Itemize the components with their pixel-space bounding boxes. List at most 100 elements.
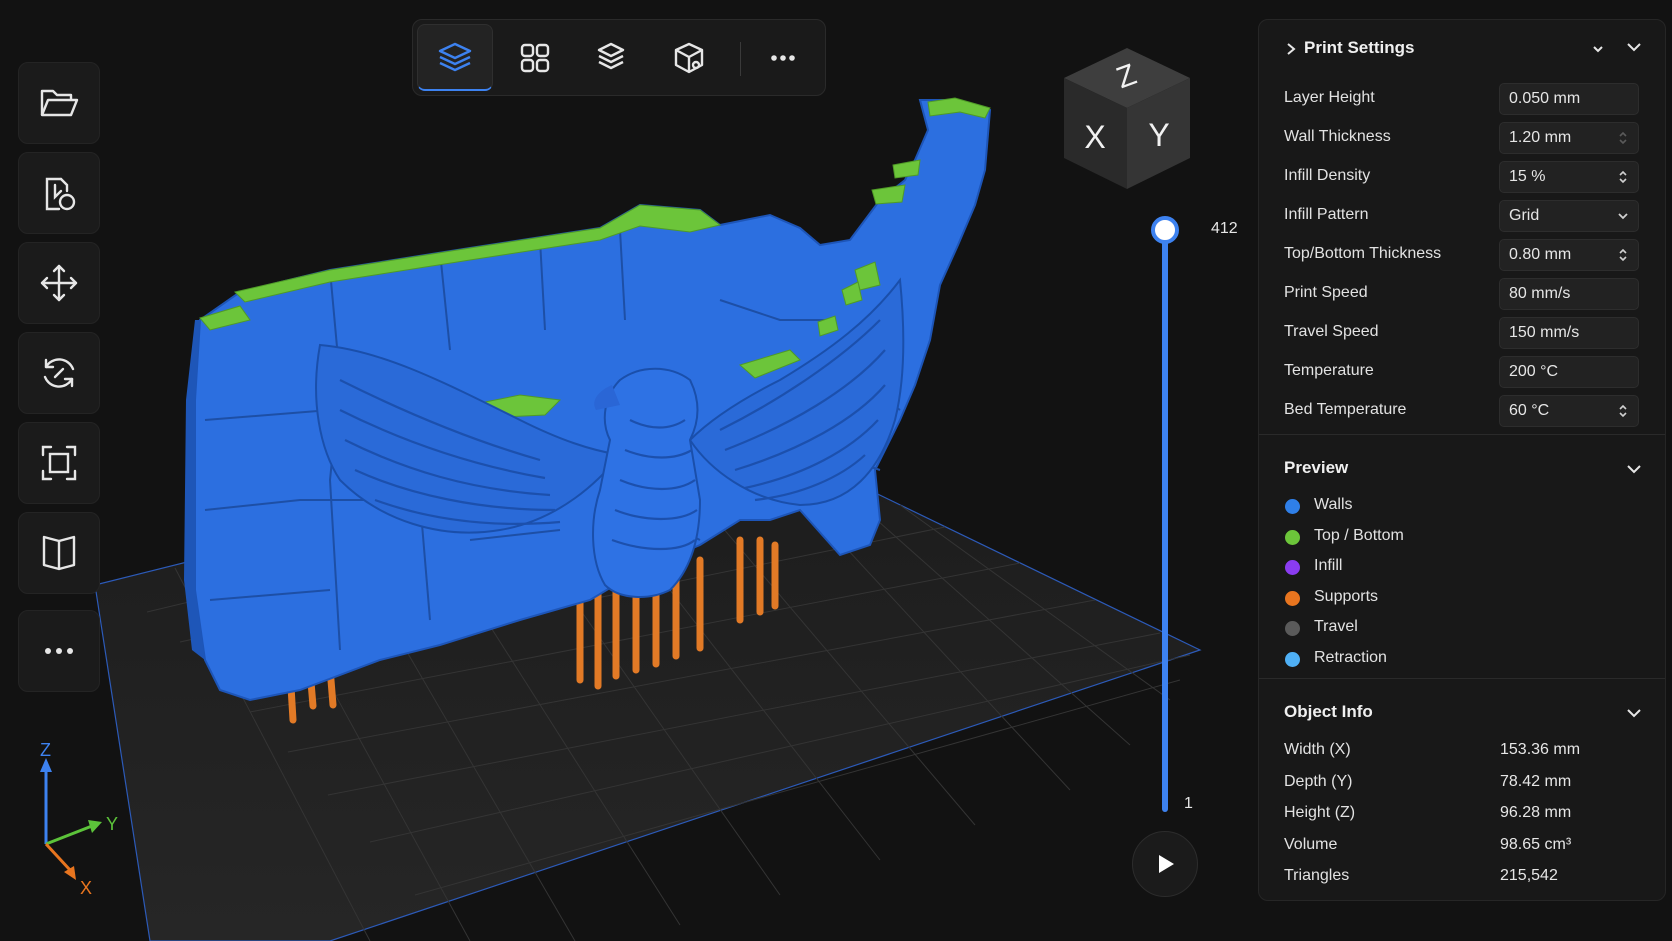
scale-icon <box>41 445 77 481</box>
chevron-down-icon[interactable] <box>1625 460 1643 478</box>
x-axis-label: X <box>80 878 92 898</box>
y-axis-label: Y <box>106 814 118 834</box>
print-settings-title[interactable]: Print Settings <box>1304 38 1415 58</box>
setting-value: 80 mm/s <box>1509 285 1571 302</box>
legend-label[interactable]: Walls <box>1314 496 1353 514</box>
setting-value: 0.80 mm <box>1509 246 1572 263</box>
section-divider <box>1259 434 1665 435</box>
setting-label: Temperature <box>1284 362 1374 379</box>
stepper-icon[interactable] <box>1616 170 1630 184</box>
stepper-icon[interactable] <box>1616 404 1630 418</box>
setting-input[interactable]: 200 °C <box>1499 356 1639 388</box>
rotate-icon <box>43 358 75 388</box>
legend-label[interactable]: Retraction <box>1314 649 1387 667</box>
more-horizontal-icon <box>45 648 73 654</box>
layer-slider-track[interactable] <box>1150 212 1180 812</box>
import-model-icon <box>45 177 76 211</box>
legend-color-swatch <box>1285 590 1300 606</box>
setting-input[interactable]: 0.80 mm <box>1499 239 1639 271</box>
setting-label: Top/Bottom Thickness <box>1284 245 1442 262</box>
mirror-icon <box>42 535 76 571</box>
x-axis-line <box>44 842 72 872</box>
play-icon <box>1159 855 1174 873</box>
object-info-value: 78.42 mm <box>1500 772 1572 790</box>
view-cube[interactable]: Z X Y <box>1062 46 1192 191</box>
view-mode-toolbar <box>412 19 826 96</box>
layers-view-button[interactable] <box>417 24 493 91</box>
setting-input[interactable]: 150 mm/s <box>1499 317 1639 349</box>
setting-value: 0.050 mm <box>1509 90 1581 107</box>
move-tool-button[interactable] <box>18 242 100 324</box>
play-button[interactable] <box>1132 831 1198 897</box>
grid-view-button[interactable] <box>497 24 573 91</box>
more-tools-button[interactable] <box>18 610 100 692</box>
layers-view-icon <box>438 42 472 72</box>
legend-color-swatch <box>1285 560 1300 575</box>
setting-value: 150 mm/s <box>1509 324 1580 341</box>
setting-input[interactable]: 1.20 mm <box>1499 122 1639 154</box>
scale-tool-button[interactable] <box>18 422 100 504</box>
toolbar-separator <box>740 42 741 76</box>
setting-label: Travel Speed <box>1284 323 1379 340</box>
preview-title[interactable]: Preview <box>1284 458 1348 478</box>
legend-color-swatch <box>1285 529 1300 545</box>
setting-value: 200 °C <box>1509 363 1559 380</box>
axis-indicator: Z Y X <box>30 738 130 898</box>
view-cube-left-label: X <box>1084 119 1105 155</box>
setting-value: 60 °C <box>1509 402 1550 419</box>
setting-input[interactable]: 60 °C <box>1499 395 1639 427</box>
legend-color-swatch <box>1285 651 1300 667</box>
legend-label[interactable]: Infill <box>1314 557 1342 575</box>
slider-track-fill <box>1162 230 1168 812</box>
layer-stack-button[interactable] <box>573 24 649 91</box>
slider-handle[interactable] <box>1151 216 1179 244</box>
more-view-options-button[interactable] <box>745 24 821 91</box>
y-axis-arrow <box>88 820 102 833</box>
setting-dropdown[interactable]: Grid <box>1499 200 1639 232</box>
chevron-down-icon[interactable] <box>1616 209 1630 223</box>
setting-input[interactable]: 0.050 mm <box>1499 83 1639 115</box>
object-info-value: 98.65 cm³ <box>1500 835 1572 853</box>
setting-value: 15 % <box>1509 168 1546 185</box>
y-axis-line <box>45 824 93 846</box>
setting-label: Infill Density <box>1284 167 1371 184</box>
legend-label[interactable]: Supports <box>1314 588 1378 606</box>
object-info-value: 215,542 <box>1500 867 1558 884</box>
z-axis-arrow <box>40 758 52 772</box>
settings-panel: Print Settings Layer Height 0.050 mm Wall … <box>1258 19 1666 901</box>
setting-label: Bed Temperature <box>1284 401 1407 418</box>
legend-label[interactable]: Travel <box>1314 618 1358 636</box>
object-info-label: Height (Z) <box>1284 804 1356 821</box>
slider-max-label: 412 <box>1211 220 1238 237</box>
chevron-down-icon[interactable] <box>1625 704 1643 722</box>
folder-open-icon <box>40 89 79 117</box>
setting-input[interactable]: 15 % <box>1499 161 1639 193</box>
object-info-label: Depth (Y) <box>1284 772 1353 790</box>
cube-view-icon <box>674 42 704 73</box>
grid-view-icon <box>520 43 550 72</box>
chevron-down-small-icon[interactable] <box>1591 42 1605 56</box>
chevron-right-icon[interactable] <box>1284 42 1298 56</box>
setting-label: Infill Pattern <box>1284 206 1369 223</box>
object-info-label: Volume <box>1284 835 1338 853</box>
rotate-tool-button[interactable] <box>18 332 100 414</box>
object-info-label: Width (X) <box>1284 741 1351 758</box>
stepper-icon[interactable] <box>1616 248 1630 262</box>
object-info-value: 96.28 mm <box>1500 804 1572 821</box>
legend-label[interactable]: Top / Bottom <box>1314 527 1404 545</box>
setting-input[interactable]: 80 mm/s <box>1499 278 1639 310</box>
open-file-button[interactable] <box>18 62 100 144</box>
setting-value: 1.20 mm <box>1509 129 1572 146</box>
setting-value: Grid <box>1509 207 1540 224</box>
object-info-value: 153.36 mm <box>1500 741 1581 758</box>
object-info-title[interactable]: Object Info <box>1284 702 1373 722</box>
legend-color-swatch <box>1285 499 1300 514</box>
mirror-tool-button[interactable] <box>18 512 100 594</box>
chevron-down-icon[interactable] <box>1625 38 1643 56</box>
setting-label: Wall Thickness <box>1284 128 1391 145</box>
import-model-button[interactable] <box>18 152 100 234</box>
stepper-icon[interactable] <box>1616 131 1630 145</box>
legend-color-swatch <box>1285 621 1300 636</box>
layer-stack-icon <box>597 42 625 69</box>
cube-view-button[interactable] <box>651 24 727 91</box>
